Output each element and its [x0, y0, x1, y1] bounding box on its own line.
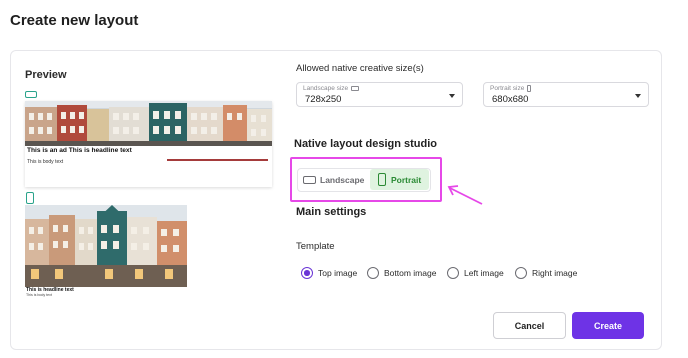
- landscape-icon: [303, 176, 316, 184]
- chevron-down-icon: [449, 94, 455, 98]
- cancel-button[interactable]: Cancel: [493, 312, 566, 339]
- radio-unselected-icon: [515, 267, 527, 279]
- houses-image: [25, 205, 187, 287]
- annotation-arrow-icon: [447, 185, 483, 205]
- ad-body-text: This is body text: [26, 293, 52, 297]
- landscape-size-value: 728x250: [305, 94, 342, 105]
- template-left-image-radio[interactable]: Left image: [447, 267, 504, 279]
- page-title: Create new layout: [10, 12, 139, 29]
- phone-icon: [527, 85, 532, 92]
- portrait-toggle-button[interactable]: Portrait: [370, 169, 429, 190]
- landscape-toggle-button[interactable]: Landscape: [303, 173, 364, 187]
- allowed-sizes-label: Allowed native creative size(s): [296, 63, 424, 74]
- portrait-size-select[interactable]: Portrait size 680x680: [483, 82, 649, 107]
- ad-body-text: This is body text: [27, 159, 64, 165]
- chevron-down-icon: [635, 94, 641, 98]
- ad-headline: This is an ad This is headline text: [27, 147, 132, 154]
- template-right-image-radio[interactable]: Right image: [515, 267, 577, 279]
- template-label: Template: [296, 241, 335, 252]
- portrait-size-caption: Portrait size: [490, 85, 532, 92]
- landscape-preview-icon: [25, 91, 37, 98]
- portrait-preview-icon: [26, 192, 34, 204]
- landscape-ad-preview: This is an ad This is headline text This…: [25, 101, 272, 187]
- houses-image: [25, 101, 272, 146]
- landscape-size-caption: Landscape size: [303, 85, 360, 92]
- radio-unselected-icon: [447, 267, 459, 279]
- landscape-icon: [351, 86, 360, 91]
- radio-unselected-icon: [367, 267, 379, 279]
- preview-label: Preview: [25, 69, 67, 81]
- create-button[interactable]: Create: [572, 312, 644, 339]
- portrait-ad-preview: This is headline text This is body text: [25, 205, 187, 297]
- phone-icon: [378, 173, 386, 186]
- landscape-size-select[interactable]: Landscape size 728x250: [296, 82, 463, 107]
- design-studio-title: Native layout design studio: [294, 138, 438, 150]
- portrait-size-value: 680x680: [492, 94, 529, 105]
- ad-accent-line: [167, 159, 268, 161]
- radio-selected-icon: [301, 267, 313, 279]
- template-top-image-radio[interactable]: Top image: [301, 267, 357, 279]
- template-bottom-image-radio[interactable]: Bottom image: [367, 267, 436, 279]
- main-settings-title: Main settings: [296, 206, 367, 218]
